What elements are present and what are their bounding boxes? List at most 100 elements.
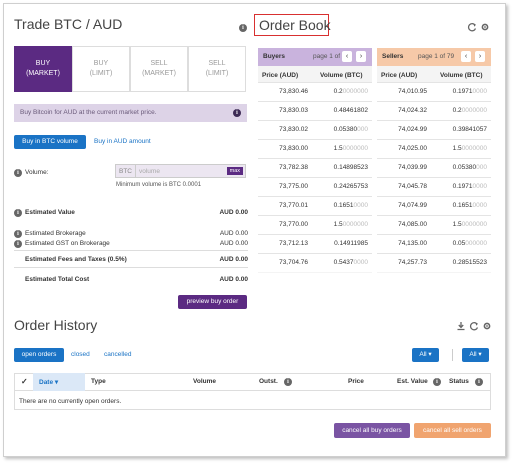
sellers-col-volume: Volume (BTC) [440, 72, 483, 79]
volume-prefix: BTC [119, 168, 132, 175]
info-icon[interactable]: i [14, 240, 22, 248]
info-icon[interactable]: i [284, 378, 292, 386]
buyers-price-cell[interactable]: 73,830.46 [258, 88, 308, 95]
sellers-volume-cell[interactable]: 1.50000000 [432, 145, 487, 152]
volume-padding: 0000 [353, 202, 368, 209]
cancel-all-buy-button[interactable]: cancel all buy orders [334, 423, 410, 438]
tab-sell-limit[interactable]: SELL (LIMIT) [188, 46, 246, 92]
check-icon[interactable]: ✓ [21, 377, 28, 386]
volume-significant: 0.2 [333, 88, 343, 95]
chevron-right-icon[interactable]: › [356, 51, 366, 62]
tab-cancelled[interactable]: cancelled [104, 351, 131, 358]
buyers-volume-cell[interactable]: 0.24265753 [313, 183, 368, 190]
brokerage-label: Estimated Brokerage [25, 230, 86, 237]
buyers-volume-cell[interactable]: 0.54370000 [313, 259, 368, 266]
buyers-volume-cell[interactable]: 1.50000000 [313, 145, 368, 152]
buyers-volume-cell[interactable]: 0.14898523 [313, 164, 368, 171]
buyers-price-cell[interactable]: 73,770.00 [258, 221, 308, 228]
sellers-volume-cell[interactable]: 0.19710000 [432, 183, 487, 190]
buyers-volume-cell[interactable]: 0.05380000 [313, 126, 368, 133]
info-icon[interactable]: i [14, 169, 22, 177]
sellers-price-cell[interactable]: 74,085.00 [377, 221, 427, 228]
col-est-value[interactable]: Est. Value [397, 378, 428, 385]
filter-dropdown-1[interactable]: All ▾ [412, 348, 439, 362]
sellers-price-cell[interactable]: 74,135.00 [377, 240, 427, 247]
filter-dropdown-2[interactable]: All ▾ [462, 348, 489, 362]
buyers-volume-cell[interactable]: 1.50000000 [313, 221, 368, 228]
refresh-icon[interactable] [467, 22, 477, 32]
sellers-volume-cell[interactable]: 0.05000000 [432, 240, 487, 247]
notice-text: Buy Bitcoin for AUD at the current marke… [20, 109, 157, 116]
chevron-right-icon[interactable]: › [475, 51, 485, 62]
buyers-volume-cell[interactable]: 0.20000000 [313, 88, 368, 95]
refresh-icon[interactable] [469, 321, 479, 331]
buyers-price-cell[interactable]: 73,712.13 [258, 240, 308, 247]
tab-closed[interactable]: closed [71, 351, 90, 358]
info-icon[interactable]: i [239, 24, 247, 32]
buyers-volume-cell[interactable]: 0.16510000 [313, 202, 368, 209]
info-icon[interactable]: i [14, 209, 22, 217]
info-icon[interactable]: i [433, 378, 441, 386]
buyers-price-cell[interactable]: 73,830.02 [258, 126, 308, 133]
info-icon[interactable]: i [233, 109, 241, 117]
divider [452, 349, 453, 361]
download-icon[interactable] [456, 321, 466, 331]
settings-icon[interactable] [480, 22, 490, 32]
buy-aud-amount-link[interactable]: Buy in AUD amount [94, 138, 151, 145]
buyers-price-cell[interactable]: 73,704.76 [258, 259, 308, 266]
sellers-volume-cell[interactable]: 0.28515523 [432, 259, 487, 266]
sellers-price-cell[interactable]: 74,074.99 [377, 202, 427, 209]
col-status[interactable]: Status [449, 378, 469, 385]
buyers-price-cell[interactable]: 73,775.00 [258, 183, 308, 190]
preview-buy-order-button[interactable]: preview buy order [178, 295, 247, 309]
volume-padding: 000000 [465, 240, 487, 247]
buyers-volume-cell[interactable]: 0.14911985 [313, 240, 368, 247]
col-outst[interactable]: Outst. [259, 378, 278, 385]
buyers-volume-cell[interactable]: 0.48461802 [313, 107, 368, 114]
sellers-volume-cell[interactable]: 0.19710000 [432, 88, 487, 95]
chevron-left-icon[interactable]: ‹ [342, 51, 352, 62]
sellers-volume-cell[interactable]: 0.39841057 [432, 126, 487, 133]
col-type[interactable]: Type [91, 378, 106, 385]
col-volume[interactable]: Volume [193, 378, 216, 385]
buyers-price-cell[interactable]: 73,830.00 [258, 145, 308, 152]
sellers-price-cell[interactable]: 74,025.00 [377, 145, 427, 152]
sellers-volume-cell[interactable]: 0.16510000 [432, 202, 487, 209]
volume-significant: 0.1651 [333, 202, 354, 209]
max-button[interactable]: max [226, 167, 243, 175]
sellers-price-cell[interactable]: 74,024.99 [377, 126, 427, 133]
volume-significant: 1.5 [452, 145, 462, 152]
divider [14, 250, 248, 251]
fees-value: AUD 0.00 [219, 256, 248, 263]
sellers-price-cell[interactable]: 74,024.32 [377, 107, 427, 114]
tab-buy-limit[interactable]: BUY (LIMIT) [72, 46, 130, 92]
sellers-volume-cell[interactable]: 0.05380000 [432, 164, 487, 171]
tab-sell-market[interactable]: SELL (MARKET) [130, 46, 188, 92]
volume-field[interactable]: BTC volume max [115, 164, 246, 178]
buyers-price-cell[interactable]: 73,770.01 [258, 202, 308, 209]
volume-padding: 0000 [472, 202, 487, 209]
buyers-label: Buyers [263, 53, 286, 60]
buyers-price-cell[interactable]: 73,782.38 [258, 164, 308, 171]
tab-open-orders[interactable]: open orders [14, 348, 64, 362]
volume-significant: 0.39841057 [452, 126, 487, 133]
info-icon[interactable]: i [14, 230, 22, 238]
chevron-left-icon[interactable]: ‹ [461, 51, 471, 62]
col-date[interactable]: Date ▾ [39, 378, 58, 386]
buyers-price-cell[interactable]: 73,830.03 [258, 107, 308, 114]
sellers-price-cell[interactable]: 74,045.78 [377, 183, 427, 190]
tab-buy-market[interactable]: BUY (MARKET) [14, 46, 72, 92]
sellers-volume-cell[interactable]: 0.20000000 [432, 107, 487, 114]
sellers-volume-cell[interactable]: 1.50000000 [432, 221, 487, 228]
volume-padding: 0000000 [342, 88, 368, 95]
settings-icon[interactable] [482, 321, 492, 331]
info-icon[interactable]: i [475, 378, 483, 386]
sellers-price-cell[interactable]: 74,039.99 [377, 164, 427, 171]
cancel-all-sell-button[interactable]: cancel all sell orders [414, 423, 491, 438]
col-price[interactable]: Price [348, 378, 364, 385]
volume-significant: 1.5 [333, 145, 343, 152]
buy-btc-volume-button[interactable]: Buy in BTC volume [14, 135, 86, 149]
sellers-price-cell[interactable]: 74,257.73 [377, 259, 427, 266]
sellers-price-cell[interactable]: 74,010.95 [377, 88, 427, 95]
volume-input[interactable]: volume [139, 168, 160, 175]
